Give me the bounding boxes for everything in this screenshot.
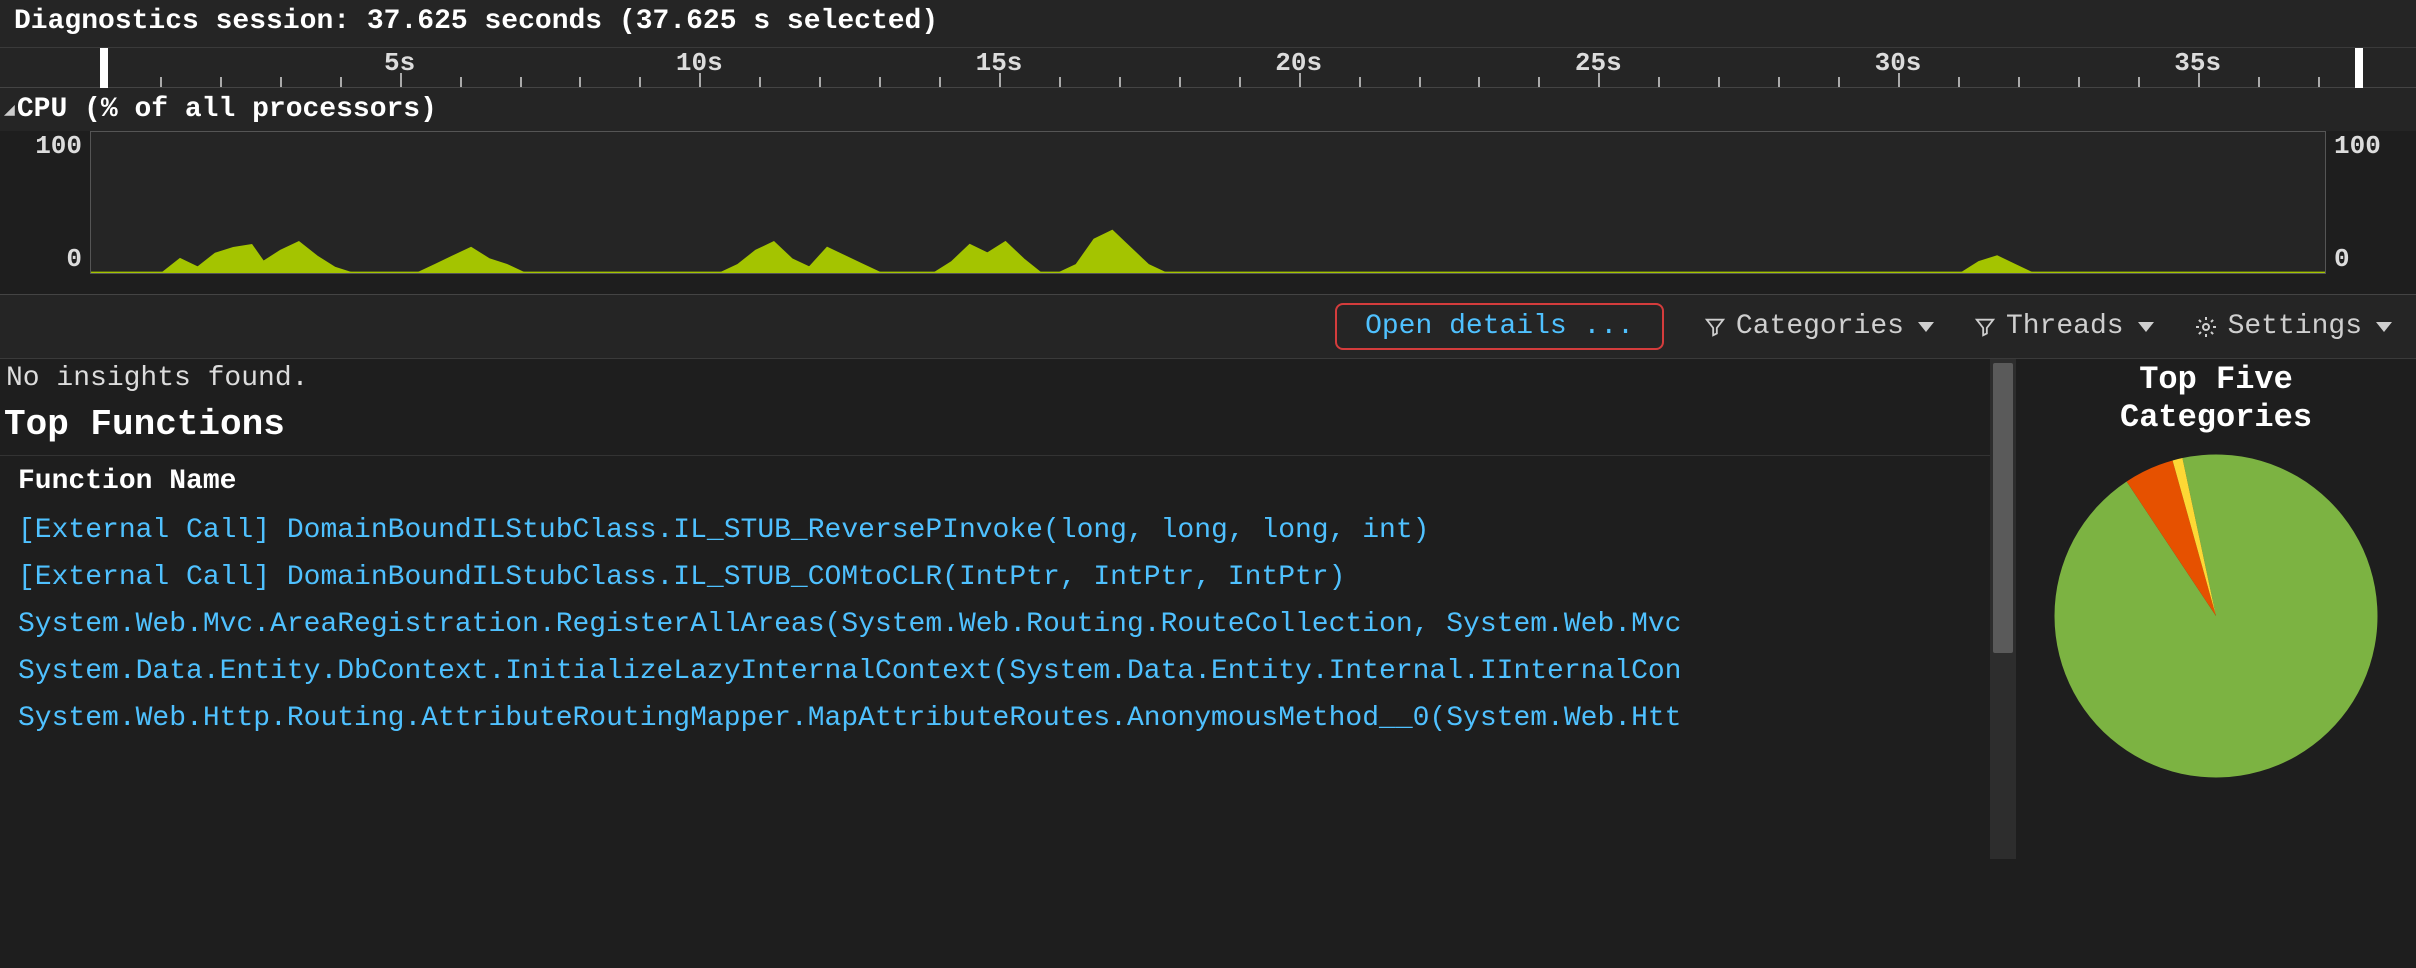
ruler-tick-minor (1718, 77, 1720, 87)
ruler-tick-minor (1658, 77, 1660, 87)
threads-label: Threads (2006, 311, 2124, 342)
ruler-tick-minor (1359, 77, 1361, 87)
ruler-tick-minor (1119, 77, 1121, 87)
ruler-tick-minor (1478, 77, 1480, 87)
cpu-ymin-right: 0 (2334, 244, 2350, 274)
function-name-column-header[interactable]: Function Name (0, 455, 1990, 507)
ruler-tick-minor (1538, 77, 1540, 87)
left-panel: No insights found. Top Functions Functio… (0, 359, 1990, 859)
function-row[interactable]: [External Call] DomainBoundILStubClass.I… (0, 507, 1990, 554)
scrollbar-thumb[interactable] (1993, 363, 2013, 653)
settings-menu[interactable]: Settings (2194, 311, 2392, 342)
ruler-tick-minor (2318, 77, 2320, 87)
ruler-tick-minor (639, 77, 641, 87)
ruler-tick-label: 20s (1275, 48, 1322, 78)
cpu-y-axis-left: 100 0 (0, 131, 90, 294)
cpu-label: CPU (% of all processors) (17, 94, 437, 125)
ruler-tick-minor (1778, 77, 1780, 87)
selection-handle-right[interactable] (2355, 48, 2363, 88)
cpu-ymax-right: 100 (2334, 131, 2381, 161)
open-details-link[interactable]: Open details ... (1335, 303, 1664, 350)
gear-icon (2194, 315, 2218, 339)
settings-label: Settings (2228, 311, 2362, 342)
ruler-tick-minor (579, 77, 581, 87)
categories-label: Categories (1736, 311, 1904, 342)
function-row[interactable]: System.Web.Mvc.AreaRegistration.Register… (0, 601, 1990, 648)
threads-filter[interactable]: Threads (1974, 311, 2154, 342)
cpu-section-header[interactable]: ◢ CPU (% of all processors) (0, 88, 2416, 131)
ruler-tick-minor (2078, 77, 2080, 87)
session-header: Diagnostics session: 37.625 seconds (37.… (0, 0, 2416, 48)
ruler-tick-minor (1838, 77, 1840, 87)
ruler-tick-label: 25s (1575, 48, 1622, 78)
cpu-ymax-left: 100 (35, 131, 82, 161)
function-row[interactable]: [External Call] DomainBoundILStubClass.I… (0, 554, 1990, 601)
selection-handle-left[interactable] (100, 48, 108, 88)
ruler-tick-minor (819, 77, 821, 87)
collapse-triangle-icon: ◢ (4, 99, 15, 121)
cpu-graph-row: 100 0 100 0 (0, 131, 2416, 295)
ruler-tick-minor (939, 77, 941, 87)
ruler-tick-minor (1419, 77, 1421, 87)
filter-icon (1974, 316, 1996, 338)
ruler-tick-minor (1179, 77, 1181, 87)
ruler-tick-minor (160, 77, 162, 87)
ruler-tick-minor (759, 77, 761, 87)
ruler-tick-minor (1958, 77, 1960, 87)
pie-chart[interactable] (2046, 446, 2386, 794)
categories-filter[interactable]: Categories (1704, 311, 1934, 342)
filter-icon (1704, 316, 1726, 338)
chevron-down-icon (1918, 322, 1934, 332)
top-functions-title: Top Functions (0, 400, 1990, 455)
pie-title: Top Five Categories (2120, 361, 2312, 438)
function-row[interactable]: System.Data.Entity.DbContext.InitializeL… (0, 648, 1990, 695)
cpu-y-axis-right: 100 0 (2326, 131, 2416, 294)
cpu-graph[interactable] (90, 131, 2326, 274)
ruler-tick-label: 5s (384, 48, 415, 78)
function-row[interactable]: System.Web.Http.Routing.AttributeRouting… (0, 695, 1990, 742)
ruler-tick-minor (2018, 77, 2020, 87)
chevron-down-icon (2376, 322, 2392, 332)
ruler-tick-minor (520, 77, 522, 87)
insights-text: No insights found. (0, 359, 1990, 400)
chevron-down-icon (2138, 322, 2154, 332)
ruler-tick-label: 10s (676, 48, 723, 78)
ruler-tick-minor (280, 77, 282, 87)
lower-area: No insights found. Top Functions Functio… (0, 359, 2416, 859)
ruler-tick-minor (2138, 77, 2140, 87)
vertical-scrollbar[interactable] (1990, 359, 2016, 859)
pie-title-line2: Categories (2120, 399, 2312, 437)
time-ruler[interactable]: 5s 10s 15s 20s 25s 30s 35s (0, 48, 2416, 88)
ruler-tick-minor (220, 77, 222, 87)
ruler-tick-minor (879, 77, 881, 87)
right-panel: Top Five Categories (2016, 359, 2416, 859)
ruler-tick-minor (2258, 77, 2260, 87)
ruler-tick-minor (460, 77, 462, 87)
pie-title-line1: Top Five (2120, 361, 2312, 399)
ruler-tick-label: 35s (2174, 48, 2221, 78)
ruler-tick-minor (1239, 77, 1241, 87)
ruler-tick-minor (340, 77, 342, 87)
cpu-ymin-left: 0 (66, 244, 82, 274)
ruler-tick-label: 30s (1875, 48, 1922, 78)
ruler-tick-label: 15s (976, 48, 1023, 78)
toolbar: Open details ... Categories Threads Sett… (0, 295, 2416, 359)
ruler-tick-minor (1059, 77, 1061, 87)
